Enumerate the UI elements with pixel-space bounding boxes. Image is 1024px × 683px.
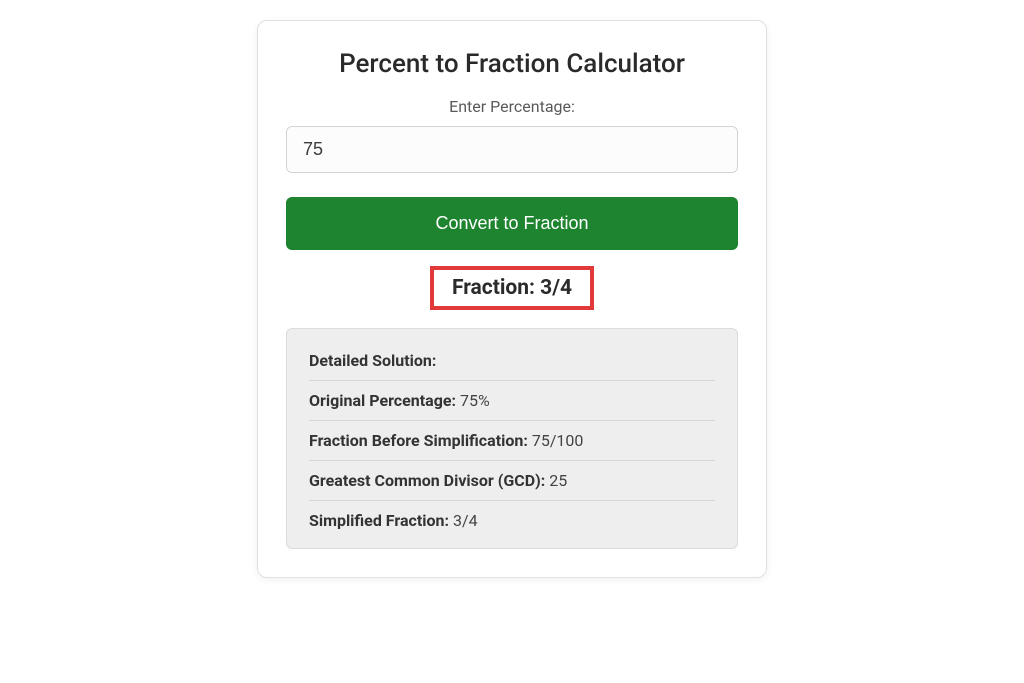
details-value-gcd: 25 (549, 471, 567, 490)
result-highlight-box: Fraction: 3/4 (430, 266, 594, 310)
details-label-simplified: Simplified Fraction: (309, 511, 453, 530)
result-label: Fraction: (452, 276, 540, 300)
details-value-simplified: 3/4 (453, 511, 478, 530)
result-value: 3/4 (540, 276, 572, 300)
page-title: Percent to Fraction Calculator (286, 49, 738, 79)
details-label-before: Fraction Before Simplification: (309, 431, 532, 450)
percentage-input[interactable] (286, 126, 738, 173)
details-value-before: 75/100 (532, 431, 584, 450)
details-heading-row: Detailed Solution: (309, 351, 715, 381)
details-row-original: Original Percentage: 75% (309, 381, 715, 421)
details-value-original: 75% (460, 391, 490, 410)
result-text: Fraction: 3/4 (452, 276, 572, 300)
calculator-card: Percent to Fraction Calculator Enter Per… (257, 20, 767, 578)
details-row-simplified: Simplified Fraction: 3/4 (309, 501, 715, 530)
details-label-original: Original Percentage: (309, 391, 460, 410)
details-row-gcd: Greatest Common Divisor (GCD): 25 (309, 461, 715, 501)
details-label-gcd: Greatest Common Divisor (GCD): (309, 471, 549, 490)
percentage-input-label: Enter Percentage: (286, 97, 738, 116)
details-row-before-simplification: Fraction Before Simplification: 75/100 (309, 421, 715, 461)
details-panel: Detailed Solution: Original Percentage: … (286, 328, 738, 549)
result-container: Fraction: 3/4 (286, 266, 738, 310)
details-heading: Detailed Solution: (309, 351, 436, 370)
convert-button[interactable]: Convert to Fraction (286, 197, 738, 250)
